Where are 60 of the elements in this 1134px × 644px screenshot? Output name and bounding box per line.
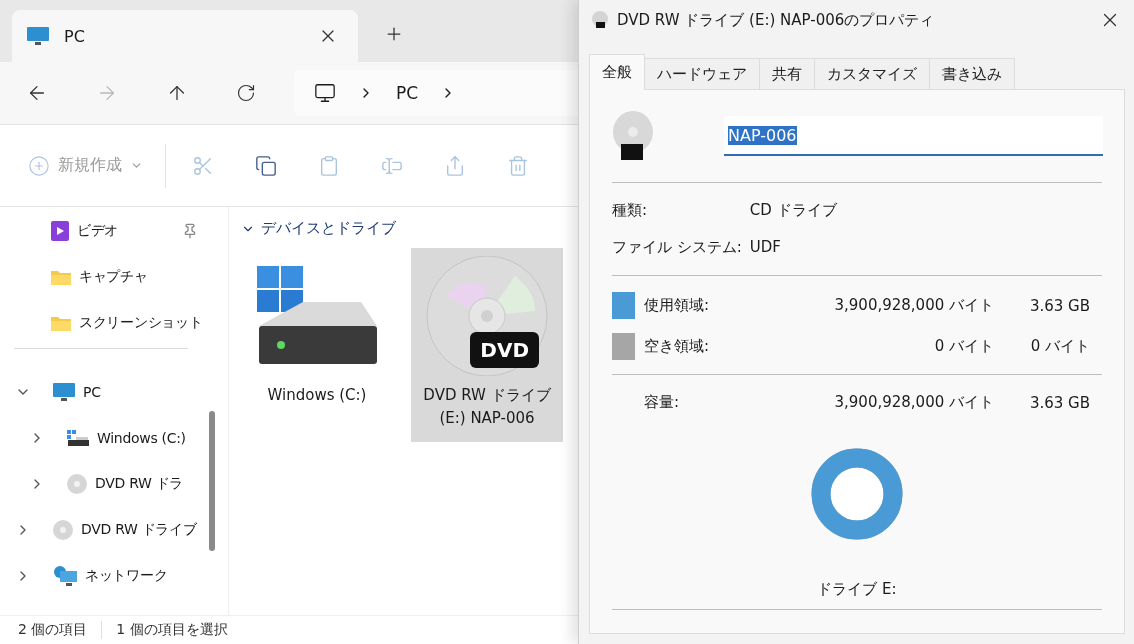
monitor-icon bbox=[52, 382, 76, 402]
nav-item[interactable]: DVD RW ドラ bbox=[95, 475, 184, 493]
folder-icon bbox=[50, 268, 72, 286]
folder-icon bbox=[50, 314, 72, 332]
scrollbar-thumb[interactable] bbox=[209, 411, 215, 551]
pin-icon bbox=[182, 223, 198, 239]
plus-circle-icon bbox=[28, 154, 50, 177]
drive-tile[interactable]: DVD DVD RW ドライブ (E:) NAP-006 bbox=[411, 248, 563, 442]
drive-label: DVD RW ドライブ (E:) NAP-006 bbox=[422, 385, 552, 429]
breadcrumb[interactable]: PC bbox=[396, 83, 419, 103]
share-icon bbox=[444, 154, 466, 177]
size-value: 0 バイト bbox=[1029, 337, 1090, 356]
dialog-title: DVD RW ドライブ (E:) NAP-006のプロパティ bbox=[617, 10, 936, 30]
size-value: 3.63 GB bbox=[1028, 296, 1090, 315]
address-bar[interactable]: PC bbox=[294, 70, 578, 116]
drive-tile[interactable]: Windows (C:) bbox=[241, 248, 393, 442]
disc-icon bbox=[591, 11, 609, 29]
nav-item[interactable]: スクリーンショット bbox=[79, 314, 203, 332]
network-icon bbox=[52, 565, 78, 587]
nav-item[interactable]: DVD RW ドライブ bbox=[81, 521, 197, 539]
monitor-icon bbox=[26, 26, 50, 46]
nav-item[interactable]: ネットワーク bbox=[85, 567, 168, 585]
drive-caption: ドライブ E: bbox=[817, 580, 897, 599]
name-field[interactable]: NAP-006 bbox=[724, 116, 1103, 156]
status-text: 2 個の項目 bbox=[18, 621, 88, 639]
drive-label: Windows (C:) bbox=[266, 385, 368, 406]
refresh-icon bbox=[236, 83, 256, 103]
dialog-tab[interactable]: 全般 bbox=[589, 54, 645, 90]
copy-icon bbox=[255, 154, 277, 177]
window-tab[interactable]: PC bbox=[12, 10, 358, 62]
nav-item[interactable]: Windows (C:) bbox=[97, 430, 186, 446]
nav-item[interactable]: キャプチャ bbox=[79, 268, 148, 286]
status-text: 1 個の項目を選択 bbox=[116, 621, 228, 639]
monitor-icon bbox=[314, 82, 336, 104]
byte-count: 0 バイト bbox=[933, 337, 994, 356]
property-value: CD ドライブ bbox=[749, 201, 838, 220]
clipboard-icon bbox=[318, 154, 340, 177]
dvd-disc-icon bbox=[612, 110, 654, 162]
capacity-label: 容量: bbox=[644, 393, 681, 412]
video-icon bbox=[50, 220, 70, 242]
drive-icon bbox=[66, 429, 90, 447]
byte-count: 3,900,928,000 バイト bbox=[834, 393, 994, 412]
nav-item[interactable]: PC bbox=[83, 384, 101, 400]
trash-icon bbox=[507, 154, 529, 177]
name-value: NAP-006 bbox=[728, 125, 797, 145]
byte-count: 3,900,928,000 バイト bbox=[834, 296, 994, 315]
usage-label: 使用領域: bbox=[644, 296, 711, 315]
group-header[interactable]: デバイスとドライブ bbox=[241, 219, 578, 238]
tab-title: PC bbox=[64, 26, 86, 46]
dialog-tab[interactable]: 書き込み bbox=[929, 58, 1015, 90]
property-value: UDF bbox=[749, 238, 782, 257]
disc-icon bbox=[66, 473, 88, 495]
disc-icon bbox=[52, 519, 74, 541]
nav-item[interactable]: ビデオ bbox=[77, 222, 119, 240]
usage-label: 空き領域: bbox=[644, 337, 711, 356]
size-value: 3.63 GB bbox=[1028, 393, 1090, 412]
scissors-icon bbox=[192, 154, 214, 177]
property-label: ファイル システム: bbox=[612, 238, 742, 257]
dvd-badge: DVD bbox=[470, 332, 539, 368]
property-label: 種類: bbox=[612, 201, 649, 220]
